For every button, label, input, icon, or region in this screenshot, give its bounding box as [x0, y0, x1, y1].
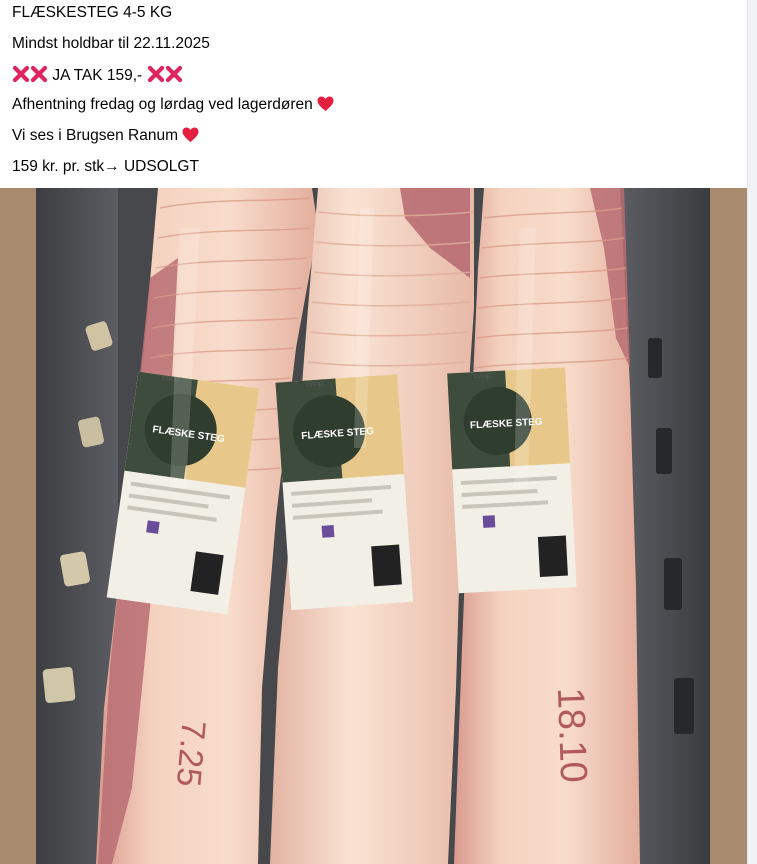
post-line-text: FLÆSKESTEG 4-5 KG: [12, 4, 173, 21]
post-line-location: Vi ses i Brugsen Ranum: [12, 126, 199, 149]
label-brand: coop: [473, 370, 491, 380]
product-label: coop FLÆSKE STEG: [275, 374, 414, 611]
cross-mark-icon: [165, 65, 183, 89]
post-text: FLÆSKESTEG 4-5 KG Mindst holdbar til 22.…: [0, 0, 747, 188]
post-line-order: JA TAK 159,-: [12, 65, 183, 89]
post-line-title: FLÆSKESTEG 4-5 KG: [12, 3, 172, 23]
post-line-text: Mindst holdbar til 22.11.2025: [12, 35, 210, 52]
post-line-text: 159 kr. pr. stk→ UDSOLGT: [12, 158, 199, 175]
post-card: FLÆSKESTEG 4-5 KG Mindst holdbar til 22.…: [0, 0, 748, 864]
meat-stamp: 18.10: [549, 687, 594, 784]
red-heart-icon: [317, 96, 334, 118]
post-line-text: JA TAK 159,-: [52, 67, 143, 84]
post-line-best-before: Mindst holdbar til 22.11.2025: [12, 34, 210, 54]
post-photo[interactable]: coop FLÆSKE STEG 7.25: [0, 188, 747, 864]
post-line-text: Afhentning fredag og lørdag ved lagerdør…: [12, 96, 313, 113]
cross-mark-icon: [147, 65, 165, 89]
post-line-pickup: Afhentning fredag og lørdag ved lagerdør…: [12, 95, 334, 118]
cross-mark-icon: [12, 65, 30, 89]
cross-mark-icon: [30, 65, 48, 89]
red-heart-icon: [182, 127, 199, 149]
post-line-price: 159 kr. pr. stk→ UDSOLGT: [12, 157, 199, 177]
label-brand: coop: [305, 378, 323, 388]
post-line-text: Vi ses i Brugsen Ranum: [12, 127, 178, 144]
meat-stamp: 7.25: [169, 719, 213, 788]
product-label: coop FLÆSKE STEG: [447, 367, 577, 594]
